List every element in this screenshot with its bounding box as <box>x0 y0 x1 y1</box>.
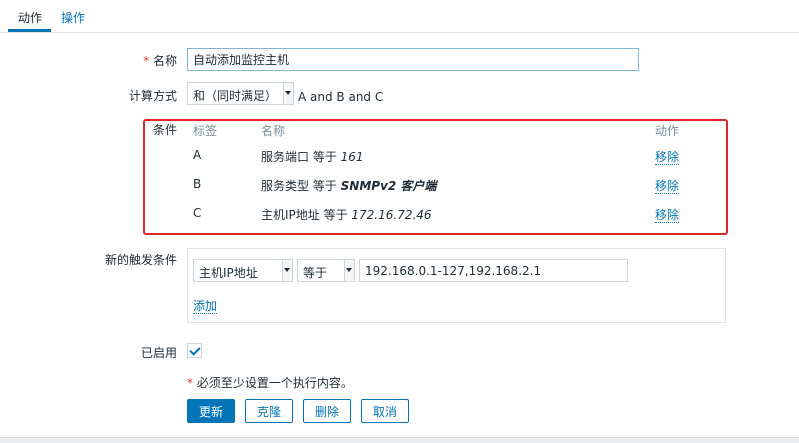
condition-operator-select[interactable]: 等于 <box>297 259 355 282</box>
condition-text-a: 服务端口 等于 <box>261 150 341 164</box>
cancel-button[interactable]: 取消 <box>361 399 409 423</box>
condition-text-c: 主机IP地址 等于 <box>261 208 352 222</box>
condition-type-value: 主机IP地址 <box>199 266 258 280</box>
chevron-down-icon <box>344 260 354 281</box>
enabled-checkbox[interactable] <box>187 343 202 358</box>
delete-button[interactable]: 删除 <box>303 399 351 423</box>
tab-operations[interactable]: 操作 <box>61 9 85 26</box>
active-tab-indicator <box>8 29 51 32</box>
condition-value-b: SNMPv2 客户端 <box>340 179 437 193</box>
note-mark: * <box>187 376 193 390</box>
add-condition-link[interactable]: 添加 <box>193 299 218 314</box>
condition-row-b: 服务类型 等于 SNMPv2 客户端 <box>261 177 436 194</box>
required-note: * 必须至少设置一个执行内容。 <box>187 374 353 391</box>
condition-value-input[interactable] <box>359 259 628 282</box>
condition-value-c: 172.16.72.46 <box>351 208 432 222</box>
remove-condition-a-link[interactable]: 移除 <box>655 150 680 165</box>
name-input[interactable] <box>187 48 639 71</box>
condition-operator-value: 等于 <box>303 266 328 280</box>
condition-tag-b: B <box>193 177 202 191</box>
name-label: * 名称 <box>143 52 177 69</box>
clone-button[interactable]: 克隆 <box>245 399 293 423</box>
conditions-header-action: 动作 <box>655 124 680 138</box>
condition-text-b: 服务类型 等于 <box>261 179 341 193</box>
remove-condition-b-link[interactable]: 移除 <box>655 179 680 194</box>
calc-type-value: 和（同时满足） <box>193 89 278 103</box>
condition-row-a: 服务端口 等于 161 <box>261 148 364 165</box>
required-mark: * <box>143 54 150 68</box>
chevron-down-icon <box>283 83 293 104</box>
condition-value-a: 161 <box>340 150 364 164</box>
tab-bar: 动作 操作 <box>0 0 799 33</box>
remove-condition-c-link[interactable]: 移除 <box>655 208 680 223</box>
name-label-text: 名称 <box>152 54 177 68</box>
new-condition-label: 新的触发条件 <box>104 253 177 267</box>
calc-label: 计算方式 <box>128 89 177 103</box>
update-button[interactable]: 更新 <box>187 399 235 423</box>
action-form-panel: 动作 操作 * 名称 计算方式 和（同时满足） A and B and C 条件… <box>0 0 799 438</box>
condition-tag-a: A <box>193 148 202 162</box>
chevron-down-icon <box>282 260 292 281</box>
condition-row-c: 主机IP地址 等于 172.16.72.46 <box>261 206 432 223</box>
note-text: 必须至少设置一个执行内容。 <box>196 376 353 390</box>
calc-type-select[interactable]: 和（同时满足） <box>187 82 294 105</box>
condition-tag-c: C <box>193 206 202 220</box>
tab-action[interactable]: 动作 <box>18 9 42 26</box>
conditions-header-tag: 标签 <box>193 124 218 138</box>
conditions-header-name: 名称 <box>261 124 286 138</box>
enabled-label: 已启用 <box>140 346 177 360</box>
calc-expression: A and B and C <box>298 90 384 104</box>
condition-type-select[interactable]: 主机IP地址 <box>193 259 293 282</box>
